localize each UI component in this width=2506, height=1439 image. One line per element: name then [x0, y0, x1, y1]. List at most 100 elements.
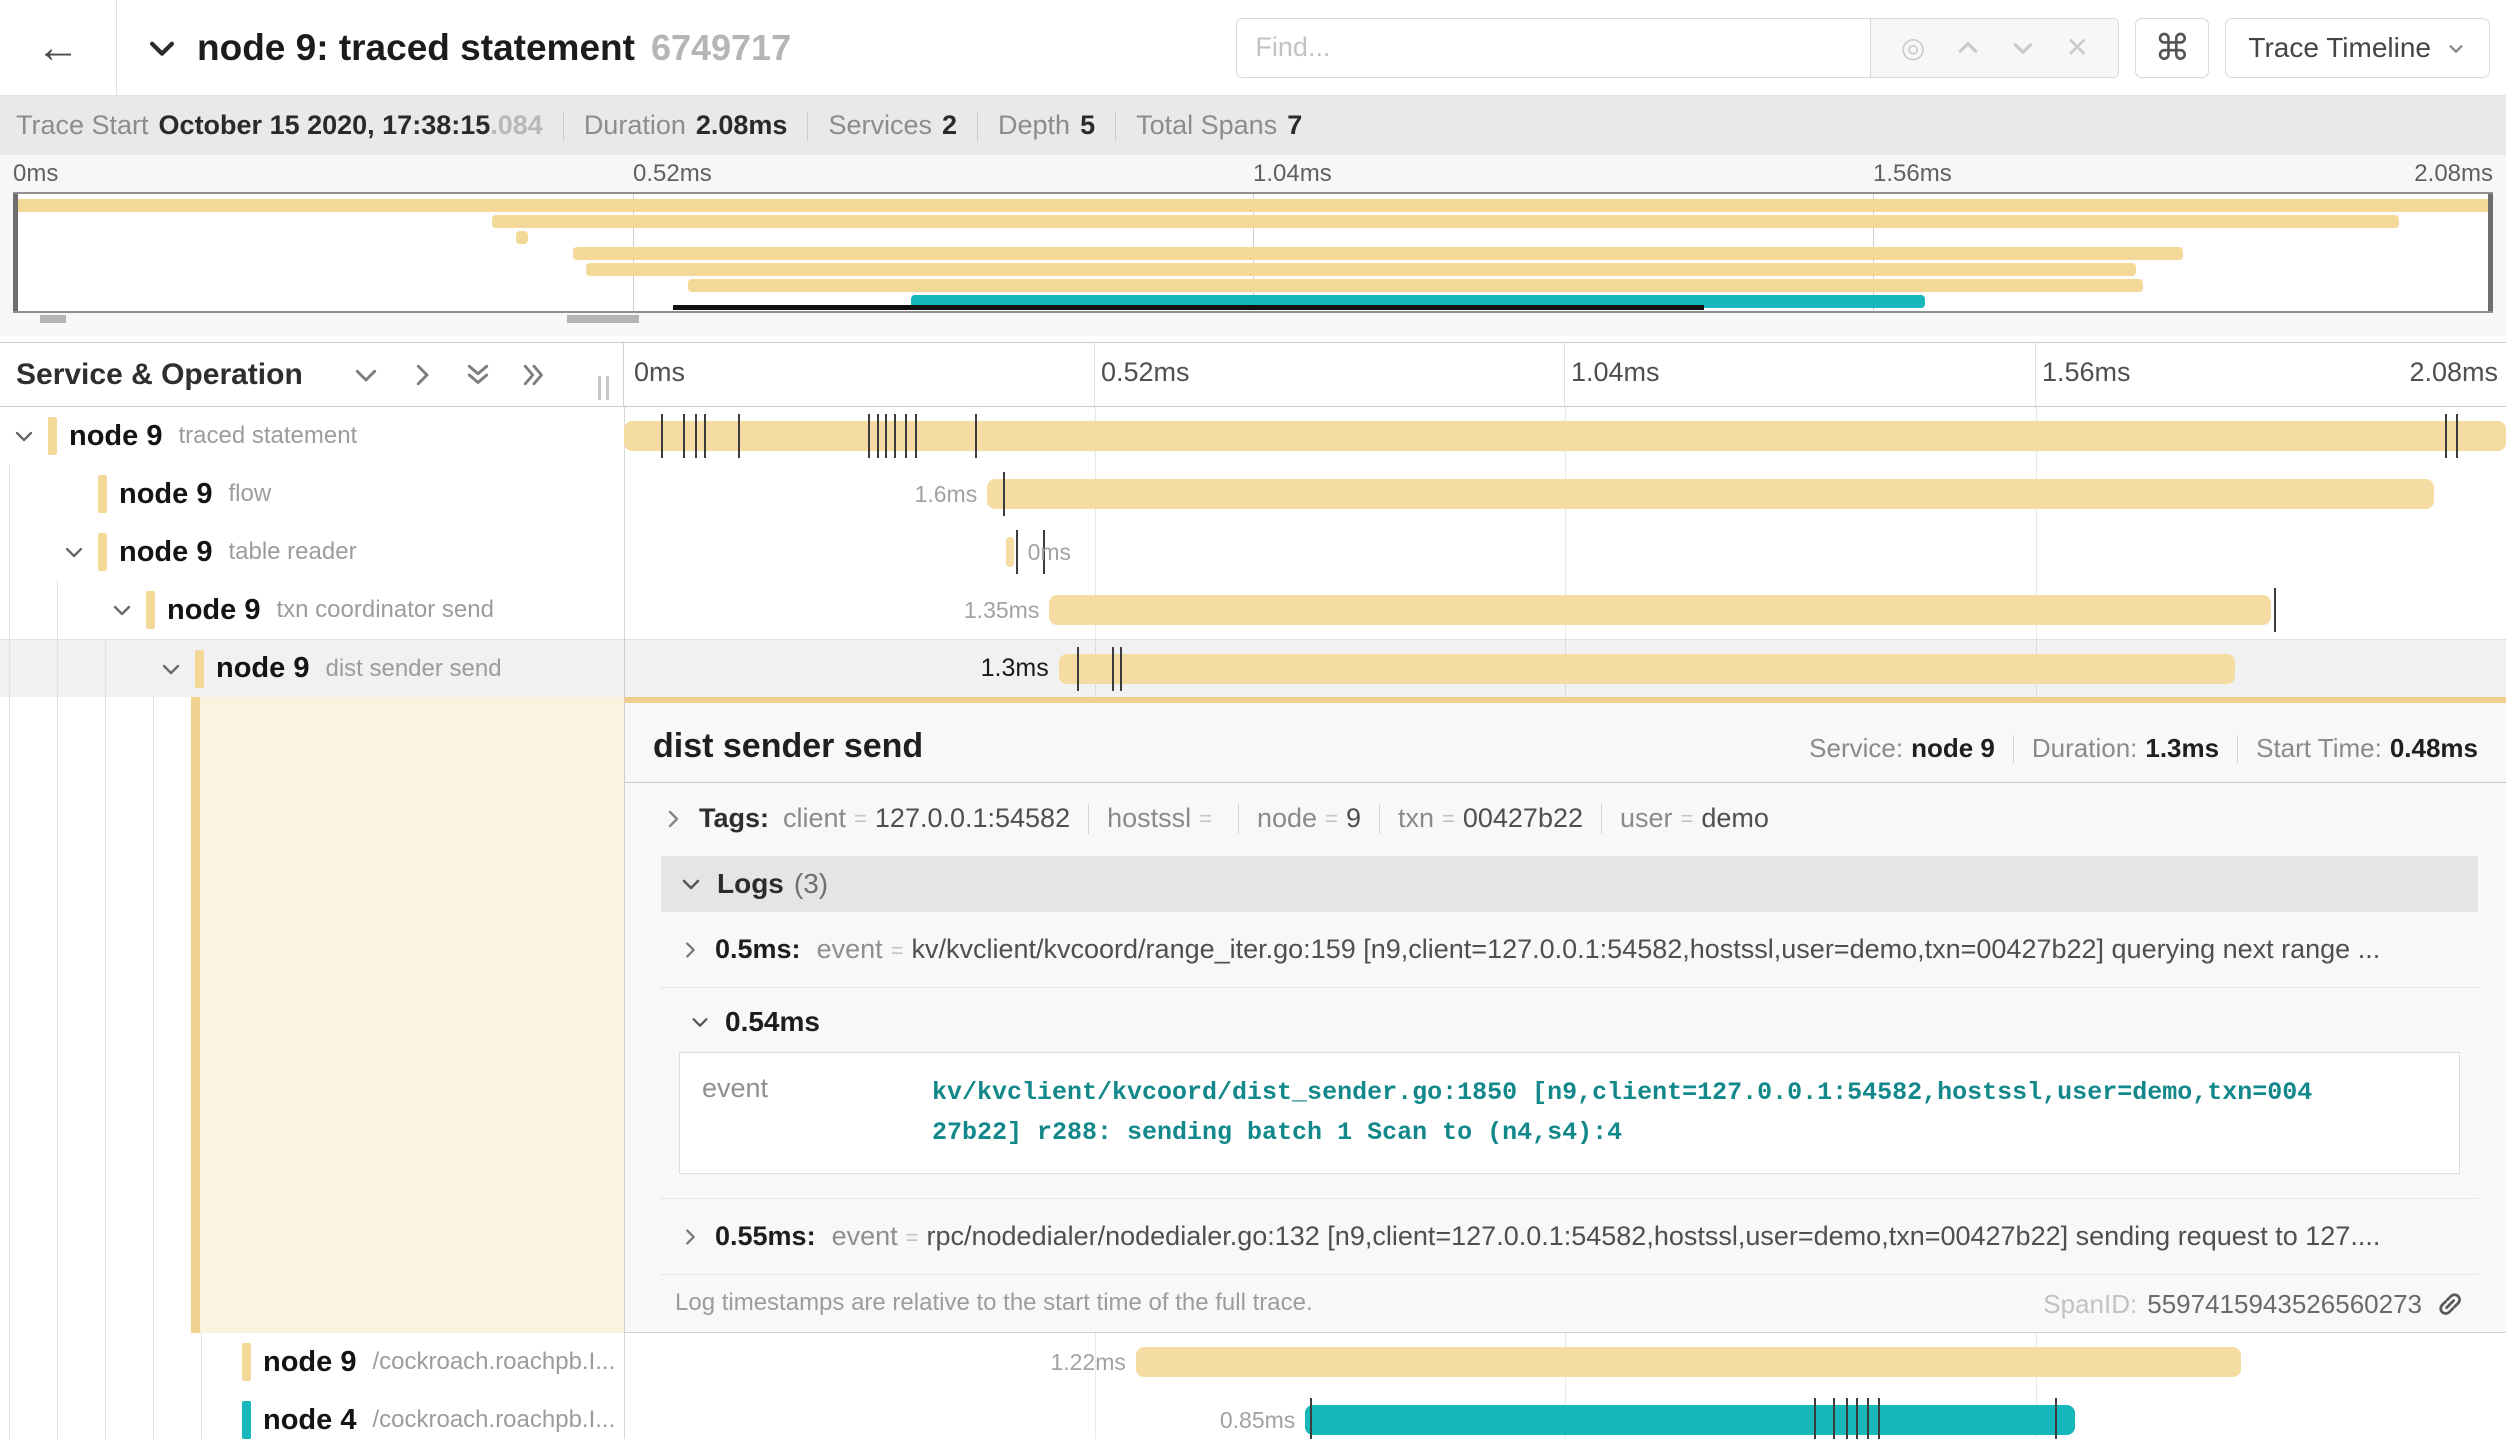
collapse-one-icon[interactable] [351, 360, 381, 390]
tree-guide-line [9, 697, 10, 1333]
keyboard-shortcuts-button[interactable]: ⌘ [2135, 18, 2209, 78]
tag-equals: = [1325, 806, 1338, 832]
depth-value: 5 [1080, 110, 1095, 141]
chevron-down-icon[interactable] [110, 598, 134, 622]
minimap-canvas[interactable] [13, 192, 2493, 313]
span-row-flow[interactable]: node 9flow1.6ms [0, 465, 2506, 523]
locate-icon[interactable]: ◎ [1901, 34, 1925, 62]
span-name: node 9/cockroach.roachpb.I... [263, 1333, 615, 1391]
span-duration-bar[interactable] [1006, 537, 1014, 567]
log-tick-mark [1833, 1398, 1835, 1439]
tree-guide-line [105, 1391, 106, 1439]
span-duration-bar[interactable] [1136, 1347, 2241, 1377]
back-button[interactable]: ← [0, 0, 117, 95]
collapse-title-chevron-icon[interactable] [145, 31, 179, 65]
span-name-cell[interactable]: node 9/cockroach.roachpb.I... [0, 1333, 624, 1391]
minimap-scrubber-handle[interactable] [567, 315, 639, 323]
prev-result-icon[interactable] [1955, 35, 1981, 61]
span-timeline-cell[interactable] [624, 407, 2506, 465]
expand-all-icon[interactable] [519, 360, 549, 390]
operation-name: /cockroach.roachpb.I... [372, 1348, 615, 1376]
next-result-icon[interactable] [2010, 35, 2036, 61]
chevron-down-icon [689, 1011, 711, 1033]
tag-user: user=demo [1620, 803, 1769, 834]
view-selector-button[interactable]: Trace Timeline [2225, 18, 2490, 78]
minimap-tick-label: 0ms [13, 160, 58, 188]
column-resizer-handle[interactable] [598, 376, 609, 400]
tree-guide-line [9, 523, 10, 581]
collapse-all-icon[interactable] [463, 360, 493, 390]
log-entry: 0.5ms:event=kv/kvclient/kvcoord/range_it… [661, 912, 2478, 988]
span-timeline-cell[interactable]: 0ms [624, 523, 2506, 581]
log-tick-mark [905, 414, 907, 458]
span-name-cell[interactable]: node 9flow [0, 465, 624, 523]
span-duration-bar[interactable] [1049, 595, 2270, 625]
chevron-down-icon[interactable] [62, 540, 86, 564]
log-entry-expanded-header[interactable]: 0.54ms [661, 988, 2478, 1052]
span-row-table-reader[interactable]: node 9table reader0ms [0, 523, 2506, 581]
span-duration-bar[interactable] [1305, 1405, 2075, 1435]
span-duration-bar[interactable] [987, 479, 2434, 509]
span-timeline-cell[interactable]: 1.3ms [624, 640, 2506, 697]
expand-one-icon[interactable] [407, 360, 437, 390]
service-label: Service: [1809, 733, 1903, 764]
timeline-header-gridline [1094, 343, 1095, 406]
span-timeline-cell[interactable]: 1.6ms [624, 465, 2506, 523]
span-timeline-cell[interactable]: 1.22ms [624, 1333, 2506, 1391]
span-duration-bar[interactable] [1059, 654, 2235, 684]
clear-search-icon[interactable]: ✕ [2065, 34, 2088, 62]
tag-node: node=9 [1257, 803, 1361, 834]
minimap-tick-label: 1.56ms [1873, 160, 1952, 188]
span-row-txn-coordinator-send[interactable]: node 9txn coordinator send1.35ms [0, 581, 2506, 639]
span-name-cell[interactable]: node 9txn coordinator send [0, 581, 624, 639]
span-detail-left-gutter [0, 697, 624, 1333]
log-tick-mark [683, 414, 685, 458]
span-timeline-cell[interactable]: 1.35ms [624, 581, 2506, 639]
stats-separator [1115, 111, 1116, 141]
span-name-cell[interactable]: node 9dist sender send [0, 640, 624, 697]
span-name-cell[interactable]: node 9table reader [0, 523, 624, 581]
span-row--cockroach-roachpb-i-[interactable]: node 4/cockroach.roachpb.I...0.85ms [0, 1391, 2506, 1439]
span-row-dist-sender-send[interactable]: node 9dist sender send1.3ms [0, 639, 2506, 697]
selected-span-color-strip [191, 697, 200, 1333]
log-tick-mark [1814, 1398, 1816, 1439]
timeline-tick-label: 2.08ms [2409, 357, 2498, 388]
span-detail-header: dist sender send Service: node 9 Duratio… [625, 703, 2506, 780]
tag-key: user [1620, 803, 1673, 834]
minimap-right-scrubber[interactable] [2488, 194, 2493, 311]
log-entry-summary[interactable]: 0.5ms:event=kv/kvclient/kvcoord/range_it… [661, 912, 2478, 987]
operation-name: traced statement [178, 422, 357, 450]
logs-header[interactable]: Logs (3) [661, 856, 2478, 912]
span-name-cell[interactable]: node 4/cockroach.roachpb.I... [0, 1391, 624, 1439]
service-color-bar [242, 1401, 251, 1439]
log-entry-summary[interactable]: 0.55ms:event=rpc/nodedialer/nodedialer.g… [661, 1199, 2478, 1274]
minimap-scrubber-handle[interactable] [40, 315, 66, 323]
stats-separator [977, 111, 978, 141]
log-tick-mark [1856, 1398, 1858, 1439]
timeline-tick-label: 1.04ms [1571, 357, 1660, 388]
operation-name: table reader [228, 538, 356, 566]
service-name: node 9 [69, 420, 162, 453]
chevron-down-icon[interactable] [12, 424, 36, 448]
minimap-span-bar [13, 199, 2493, 212]
log-tick-mark [1016, 530, 1018, 574]
find-input[interactable] [1236, 18, 1871, 78]
tags-row[interactable]: Tags: client=127.0.0.1:54582hostssl=node… [625, 783, 2506, 848]
span-row--cockroach-roachpb-i-[interactable]: node 9/cockroach.roachpb.I...1.22ms [0, 1333, 2506, 1391]
span-row-traced-statement[interactable]: node 9 traced statement [0, 407, 2506, 465]
span-duration-label: 1.35ms [624, 581, 1039, 639]
log-tick-mark [975, 414, 977, 458]
span-timeline-cell[interactable]: 0.85ms [624, 1391, 2506, 1439]
log-field-value: kv/kvclient/kvcoord/dist_sender.go:1850 … [932, 1073, 2327, 1153]
command-icon: ⌘ [2154, 27, 2190, 69]
tag-hostssl: hostssl= [1107, 803, 1220, 834]
minimap-left-scrubber[interactable] [13, 194, 18, 311]
span-name-cell[interactable]: node 9 traced statement [0, 407, 624, 465]
trace-timeline-page: ← node 9: traced statement 6749717 ◎ [0, 0, 2506, 1439]
span-duration-value: 1.3ms [2145, 733, 2219, 764]
deep-link-icon[interactable] [2436, 1290, 2466, 1320]
minimap-span-bar [586, 263, 2136, 276]
operation-name: flow [228, 480, 271, 508]
duration-value: 2.08ms [696, 110, 788, 141]
chevron-down-icon[interactable] [159, 657, 183, 681]
